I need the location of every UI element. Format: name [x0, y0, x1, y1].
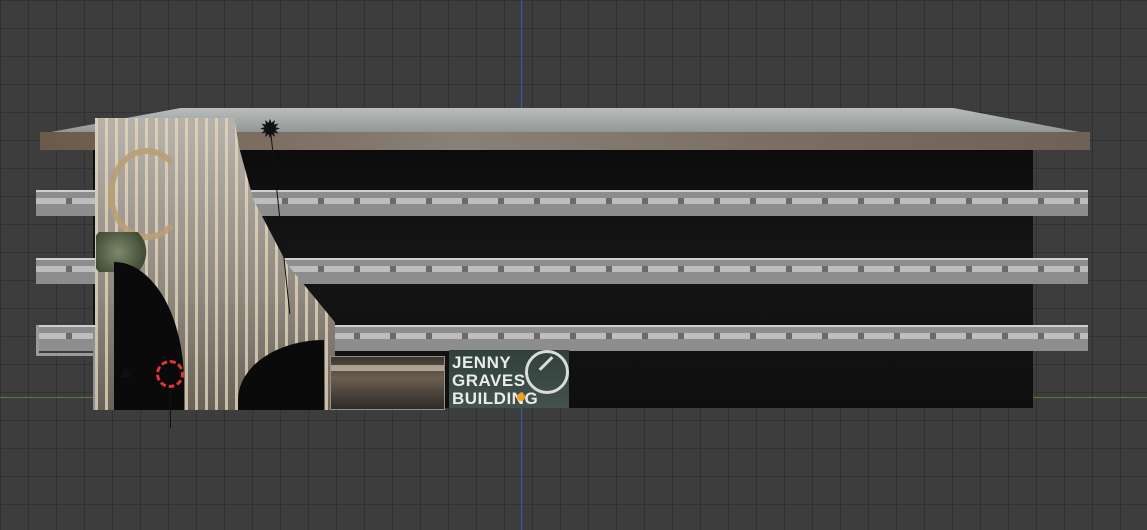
sign-line-2: GRAVES: [452, 371, 526, 390]
c-logo-sculpture: [108, 148, 186, 240]
arrow-icon: [525, 350, 569, 394]
sign-line-1: JENNY: [452, 353, 512, 372]
light-icon[interactable]: ✹: [252, 114, 288, 144]
shopfront-image[interactable]: [330, 356, 445, 410]
object-origin-dot[interactable]: [517, 393, 525, 401]
3d-cursor-icon[interactable]: [156, 360, 184, 388]
3d-viewport[interactable]: JENNY GRAVES BUILDING ✹ ▲: [0, 0, 1147, 530]
camera-icon[interactable]: ▲: [118, 365, 140, 381]
sign-line-3: BUILDING: [452, 389, 539, 408]
balcony-stub[interactable]: [36, 325, 97, 356]
camera-line: [170, 388, 171, 428]
